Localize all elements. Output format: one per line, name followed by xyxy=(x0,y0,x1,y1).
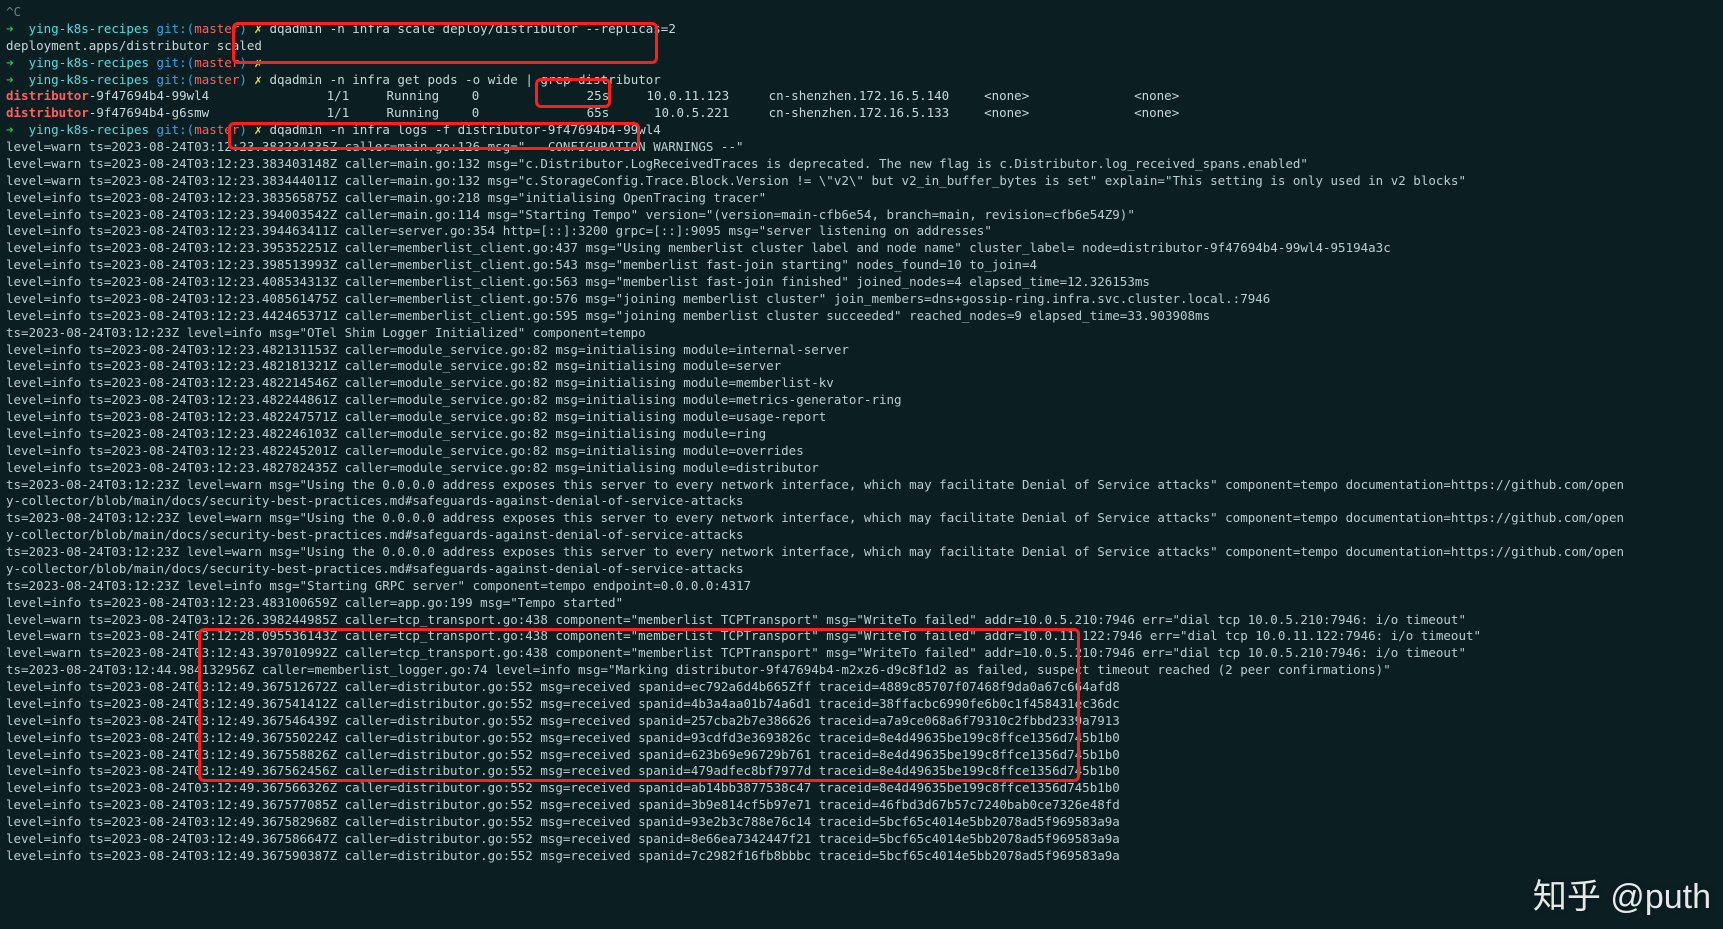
log-line: level=info ts=2023-08-24T03:12:23.442465… xyxy=(0,308,1723,325)
log-line: level=warn ts=2023-08-24T03:12:23.383234… xyxy=(0,139,1723,156)
log-line: level=info ts=2023-08-24T03:12:23.482245… xyxy=(0,443,1723,460)
log-output[interactable]: level=warn ts=2023-08-24T03:12:23.383234… xyxy=(0,139,1723,865)
log-line: ts=2023-08-24T03:12:23Z level=info msg="… xyxy=(0,578,1723,595)
log-line: level=info ts=2023-08-24T03:12:23.394463… xyxy=(0,223,1723,240)
log-line: ts=2023-08-24T03:12:23Z level=warn msg="… xyxy=(0,544,1723,561)
log-line: ts=2023-08-24T03:12:23Z level=warn msg="… xyxy=(0,510,1723,527)
cwd: ying-k8s-recipes xyxy=(29,21,149,36)
log-line: level=warn ts=2023-08-24T03:12:28.095536… xyxy=(0,628,1723,645)
log-line: level=info ts=2023-08-24T03:12:49.367586… xyxy=(0,831,1723,848)
prompt-line-4[interactable]: ➜ ying-k8s-recipes git:(master) ✗ dqadmi… xyxy=(0,122,1723,139)
log-line: level=info ts=2023-08-24T03:12:23.482782… xyxy=(0,460,1723,477)
git-word: git: xyxy=(157,21,187,36)
log-line: level=info ts=2023-08-24T03:12:49.367546… xyxy=(0,713,1723,730)
log-line: y-collector/blob/main/docs/security-best… xyxy=(0,561,1723,578)
log-line: level=info ts=2023-08-24T03:12:23.398513… xyxy=(0,257,1723,274)
log-line: level=info ts=2023-08-24T03:12:23.395352… xyxy=(0,240,1723,257)
log-line: level=warn ts=2023-08-24T03:12:26.398244… xyxy=(0,612,1723,629)
prompt-line-2[interactable]: ➜ ying-k8s-recipes git:(master) ✗ xyxy=(0,55,1723,72)
log-line: level=info ts=2023-08-24T03:12:49.367590… xyxy=(0,848,1723,865)
log-line: level=info ts=2023-08-24T03:12:23.383565… xyxy=(0,190,1723,207)
log-line: y-collector/blob/main/docs/security-best… xyxy=(0,527,1723,544)
log-line: level=info ts=2023-08-24T03:12:23.408534… xyxy=(0,274,1723,291)
log-line: level=info ts=2023-08-24T03:12:49.367577… xyxy=(0,797,1723,814)
log-line: level=info ts=2023-08-24T03:12:49.367562… xyxy=(0,763,1723,780)
log-line: level=info ts=2023-08-24T03:12:23.408561… xyxy=(0,291,1723,308)
arrow-icon: ➜ xyxy=(6,21,14,36)
log-line: ts=2023-08-24T03:12:44.984132956Z caller… xyxy=(0,662,1723,679)
log-line: level=info ts=2023-08-24T03:12:23.482131… xyxy=(0,342,1723,359)
log-line: level=warn ts=2023-08-24T03:12:43.397010… xyxy=(0,645,1723,662)
log-line: ts=2023-08-24T03:12:23Z level=info msg="… xyxy=(0,325,1723,342)
scale-output: deployment.apps/distributor scaled xyxy=(0,38,1723,55)
prompt-line-1[interactable]: ➜ ying-k8s-recipes git:(master) ✗ dqadmi… xyxy=(0,21,1723,38)
pod-row: distributor-9f47694b4-g6smw1/1Running065… xyxy=(0,105,1723,122)
command-3-target: -f distributor-9f47694b4-99wl4 xyxy=(435,122,661,137)
log-line: level=info ts=2023-08-24T03:12:23.394003… xyxy=(0,207,1723,224)
log-line: level=info ts=2023-08-24T03:12:49.367582… xyxy=(0,814,1723,831)
log-line: ts=2023-08-24T03:12:23Z level=warn msg="… xyxy=(0,477,1723,494)
command-1: dqadmin -n infra scale deploy/distributo… xyxy=(269,21,675,36)
log-line: level=info ts=2023-08-24T03:12:23.482214… xyxy=(0,375,1723,392)
log-line: level=info ts=2023-08-24T03:12:49.367558… xyxy=(0,747,1723,764)
prompt-status-icon: ✗ xyxy=(254,21,262,36)
log-line: level=info ts=2023-08-24T03:12:49.367566… xyxy=(0,780,1723,797)
log-line: level=info ts=2023-08-24T03:12:23.482247… xyxy=(0,409,1723,426)
log-line: level=warn ts=2023-08-24T03:12:23.383403… xyxy=(0,156,1723,173)
log-line: level=info ts=2023-08-24T03:12:23.482181… xyxy=(0,358,1723,375)
log-line: y-collector/blob/main/docs/security-best… xyxy=(0,493,1723,510)
log-line: level=info ts=2023-08-24T03:12:23.482244… xyxy=(0,392,1723,409)
log-line: level=info ts=2023-08-24T03:12:49.367550… xyxy=(0,730,1723,747)
git-branch: master xyxy=(194,21,239,36)
command-3-prefix: dqadmin -n infra logs xyxy=(269,122,435,137)
watermark: 知乎 @puth xyxy=(1533,875,1711,921)
pod-row: distributor-9f47694b4-99wl41/1Running025… xyxy=(0,88,1723,105)
prompt-line-3[interactable]: ➜ ying-k8s-recipes git:(master) ✗ dqadmi… xyxy=(0,72,1723,89)
command-2: dqadmin -n infra get pods -o wide | grep… xyxy=(269,72,660,87)
log-line: level=info ts=2023-08-24T03:12:23.483100… xyxy=(0,595,1723,612)
ctrl-c-output: ^C xyxy=(0,4,1723,21)
log-line: level=info ts=2023-08-24T03:12:49.367541… xyxy=(0,696,1723,713)
log-line: level=warn ts=2023-08-24T03:12:23.383444… xyxy=(0,173,1723,190)
log-line: level=info ts=2023-08-24T03:12:49.367512… xyxy=(0,679,1723,696)
log-line: level=info ts=2023-08-24T03:12:23.482246… xyxy=(0,426,1723,443)
